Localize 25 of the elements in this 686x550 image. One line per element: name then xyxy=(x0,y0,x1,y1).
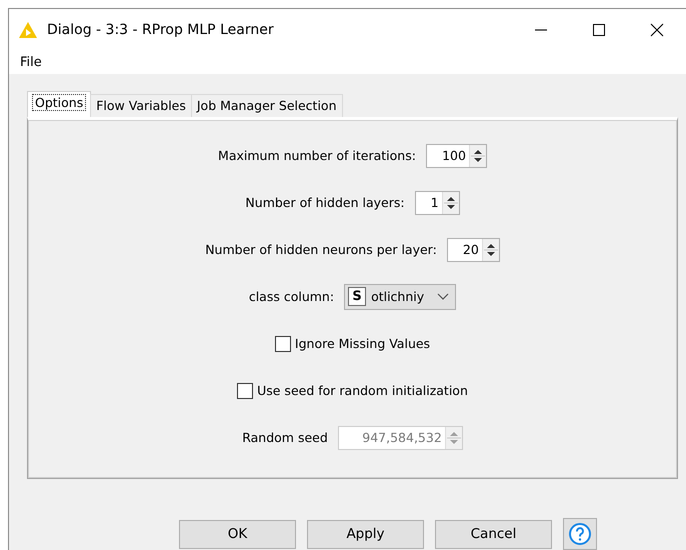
window-title: Dialog - 3:3 - RProp MLP Learner xyxy=(47,22,275,38)
number-spinner[interactable]: 100 xyxy=(426,144,487,168)
help-button[interactable] xyxy=(563,518,597,550)
maximize-icon[interactable] xyxy=(592,22,606,36)
dialog-button[interactable]: OK xyxy=(179,520,296,548)
close-icon[interactable] xyxy=(650,22,664,36)
field-label: class column: xyxy=(248,289,334,304)
dialog-button[interactable]: Apply xyxy=(307,520,424,548)
number-spinner[interactable]: 1 xyxy=(414,190,460,214)
dialog-button[interactable]: Cancel xyxy=(435,520,552,548)
tab[interactable]: Job Manager Selection xyxy=(190,94,342,117)
caret-icon xyxy=(437,292,450,300)
checkbox[interactable]: Use seed for random initialization xyxy=(237,382,468,398)
checkbox[interactable]: Ignore Missing Values xyxy=(274,336,430,352)
field-label: Maximum number of iterations: xyxy=(218,148,416,163)
tab[interactable]: Options xyxy=(27,91,92,117)
type-badge: S xyxy=(348,287,366,306)
field-label: Random seed xyxy=(242,430,328,445)
logo-icon xyxy=(19,22,37,38)
number-spinner[interactable]: 20 xyxy=(446,238,500,262)
column-dropdown[interactable]: S otlichniy xyxy=(344,284,456,310)
field-label: Number of hidden neurons per layer: xyxy=(205,242,437,257)
tab[interactable]: Flow Variables xyxy=(90,94,192,117)
menu-item[interactable]: File xyxy=(12,54,50,70)
field-label: Number of hidden layers: xyxy=(245,195,405,210)
